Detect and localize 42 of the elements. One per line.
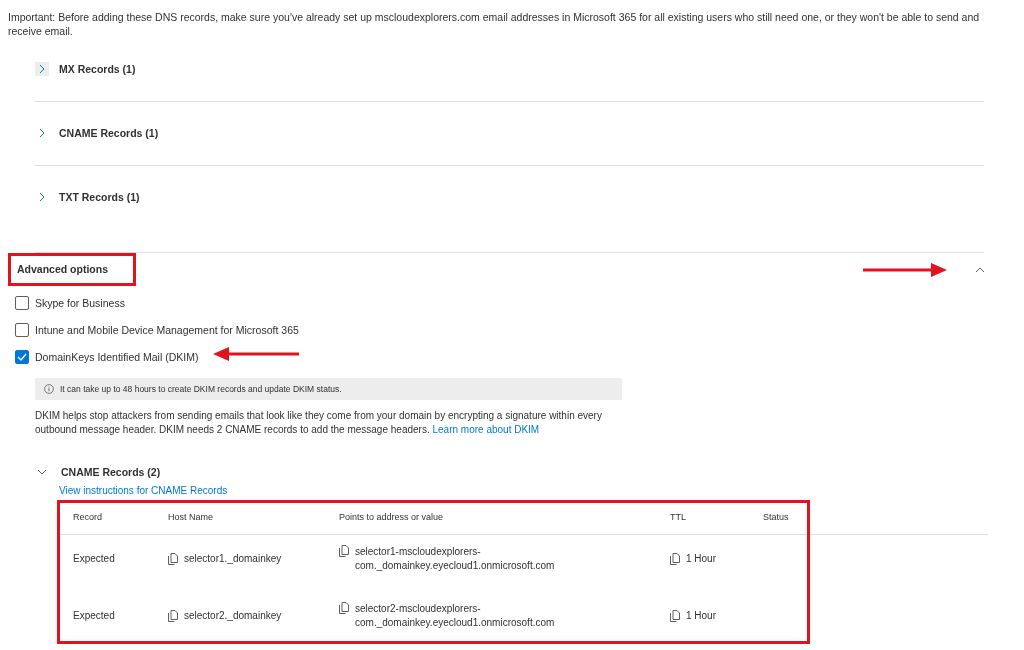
table-cell: selector2._domainkey (184, 608, 282, 623)
table-cell-text: Expected (73, 608, 116, 623)
table-cell-text: Expected (73, 551, 116, 566)
copy-icon[interactable] (670, 552, 680, 565)
checkbox-label: Intune and Mobile Device Management for Microsoft 365 (35, 323, 299, 336)
info-text: It can take up to 48 hours to create DKIM records and update DKIM status. (60, 384, 342, 394)
section-title: CNAME Records (1) (59, 126, 159, 140)
section-title: CNAME Records (2) (61, 465, 161, 479)
column-header: Record (73, 510, 103, 524)
expand-button[interactable] (35, 62, 49, 76)
table-cell: 1 Hour (686, 608, 716, 623)
checkbox[interactable] (15, 295, 29, 310)
checkbox-label: DomainKeys Identified Mail (DKIM) (35, 350, 199, 363)
column-header: Points to address or value (339, 510, 445, 524)
chevron-icon (37, 192, 47, 202)
section-title: Advanced options (8, 253, 136, 286)
chevron-icon (37, 128, 47, 138)
instructions-link[interactable]: View instructions for CNAME Records (59, 485, 228, 496)
section-title: MX Records (1) (59, 62, 136, 76)
column-header: TTL (670, 510, 687, 524)
checkbox[interactable] (15, 322, 29, 337)
check-icon (17, 352, 27, 361)
copy-icon[interactable] (168, 552, 178, 565)
table-cell: selector1._domainkey (184, 551, 282, 566)
column-header: Host Name (168, 510, 214, 524)
copy-icon[interactable] (670, 609, 680, 622)
copy-icon[interactable] (339, 601, 349, 614)
column-header: Status (763, 510, 790, 524)
description-text: DKIM helps stop attackers from sending emails that look like they come from your domain by encrypting a signature within every outbound message header. DKIM needs 2 CNAME records to add the message headers. Learn more about DKIM (35, 409, 603, 437)
checkbox-label: Skype for Business (35, 296, 125, 309)
chevron-icon (37, 64, 47, 74)
checkbox[interactable] (15, 349, 29, 364)
learn-more-link[interactable]: Learn more about DKIM (432, 424, 540, 435)
copy-icon[interactable] (339, 544, 349, 557)
intro-text: Important: Before adding these DNS records, make sure you've already set up mscloudexplorers.com email addresses in Microsoft 365 for all existing users who still need one, or they won't be able to send and receive email. (8, 10, 981, 38)
copy-icon[interactable] (168, 609, 178, 622)
table-cell: 1 Hour (686, 551, 716, 566)
section-title: TXT Records (1) (59, 190, 140, 204)
chevron-icon (37, 467, 47, 477)
info-icon (44, 384, 54, 394)
table-cell-text: selector1-mscloudexplorers-com._domainkey.eyecloud1.onmicrosoft.com (355, 544, 556, 573)
table-cell-text: selector2-mscloudexplorers-com._domainkey.eyecloud1.onmicrosoft.com (355, 601, 556, 630)
